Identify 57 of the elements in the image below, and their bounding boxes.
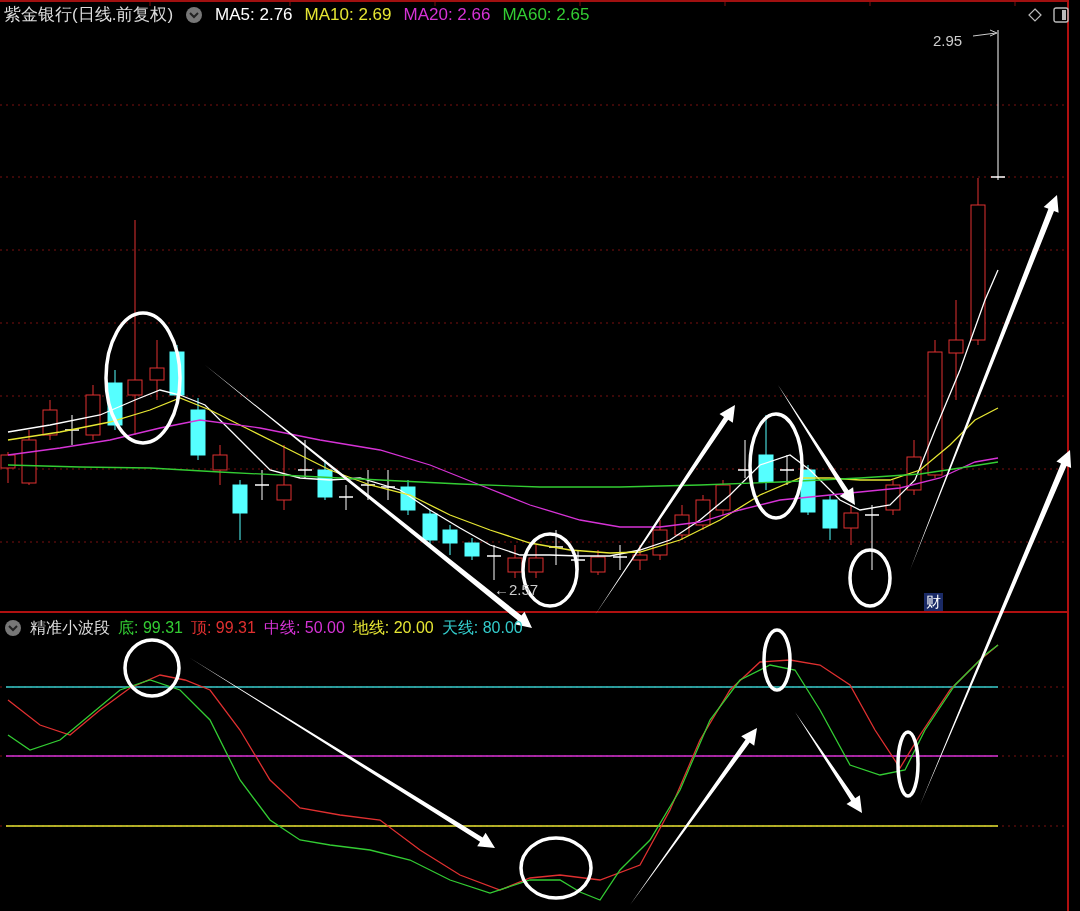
circle-annotation	[896, 730, 920, 798]
circle-annotation	[123, 638, 181, 698]
candlestick	[232, 479, 248, 541]
indicator-value: 天线: 80.00	[441, 618, 523, 638]
candlestick	[528, 544, 544, 579]
candlestick	[442, 524, 458, 556]
candlestick	[338, 484, 354, 511]
candlestick	[507, 544, 523, 579]
indicator-value: 底: 99.31	[118, 618, 183, 638]
candlestick	[590, 549, 606, 576]
leader-line	[972, 29, 998, 37]
diamond-icon[interactable]	[1028, 8, 1042, 22]
candlestick	[548, 529, 564, 566]
candlestick	[297, 439, 313, 479]
candlestick	[464, 537, 480, 561]
candlestick	[212, 444, 228, 486]
candlestick	[42, 399, 58, 441]
candlestick	[85, 384, 101, 441]
indicator-title: 精准小波段	[30, 618, 110, 638]
candlestick	[674, 504, 690, 541]
indicator-value: MA60: 2.65	[502, 4, 590, 27]
candlestick	[400, 479, 416, 516]
indicator-value: 顶: 99.31	[190, 618, 256, 638]
indicator-value: 地线: 20.00	[352, 618, 434, 638]
chart-title: 紫金银行(日线.前复权)	[4, 4, 174, 27]
candlestick	[822, 494, 838, 541]
circle-annotation	[762, 628, 792, 692]
candlestick	[360, 469, 376, 501]
candlestick	[715, 479, 731, 516]
candlestick	[885, 479, 901, 516]
indicator-value: MA20: 2.66	[403, 4, 491, 27]
candlestick	[64, 414, 80, 446]
candlestick	[779, 454, 795, 486]
candlestick	[612, 544, 628, 571]
candlestick	[190, 397, 206, 461]
indicator-value: MA10: 2.69	[304, 4, 392, 27]
finance-badge[interactable]: 财	[924, 593, 943, 611]
candlestick	[380, 469, 396, 501]
high-price-label: 2.95	[933, 31, 963, 51]
indicator-value: 中线: 50.00	[263, 618, 345, 638]
candlestick	[486, 544, 502, 581]
dropdown-icon[interactable]	[4, 619, 22, 637]
candlestick	[21, 429, 37, 486]
candlestick	[276, 444, 292, 511]
candlestick	[632, 544, 648, 571]
candlestick	[254, 469, 270, 501]
candlestick	[843, 504, 859, 546]
candlestick	[149, 339, 165, 401]
candlestick	[652, 519, 668, 561]
panel-toggle-icon[interactable]	[1053, 7, 1069, 23]
dropdown-icon[interactable]	[185, 6, 204, 24]
candlestick	[864, 504, 880, 571]
indicator-value: MA5: 2.76	[215, 4, 293, 27]
candlestick	[107, 369, 123, 431]
candlestick	[695, 494, 711, 531]
candlestick	[906, 439, 922, 496]
circle-annotation	[848, 548, 892, 608]
